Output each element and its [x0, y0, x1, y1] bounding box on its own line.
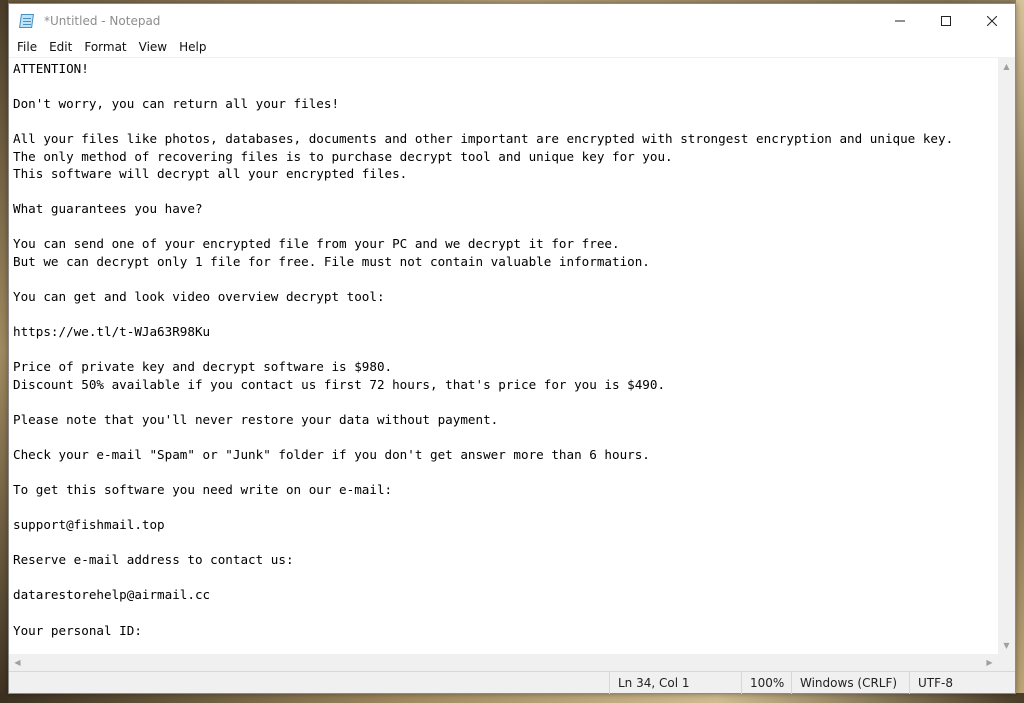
- close-icon: [987, 15, 997, 26]
- menu-bar: File Edit Format View Help: [9, 37, 1015, 57]
- text-line: All your files like photos, databases, d…: [13, 131, 954, 147]
- text-line: Discount 50% available if you contact us…: [13, 376, 666, 392]
- editor-area: ATTENTION! Don't worry, you can return al…: [9, 57, 1015, 654]
- text-line: [13, 604, 994, 622]
- text-line: [13, 569, 994, 587]
- desktop-background-left: [0, 0, 8, 703]
- chevron-right-icon[interactable]: ▶: [981, 654, 998, 671]
- text-line: [13, 341, 994, 359]
- desktop-background-right: [1016, 0, 1024, 703]
- desktop-background-bottom: [0, 693, 1024, 703]
- horizontal-scrollbar[interactable]: ◀ ▶: [9, 654, 1015, 671]
- text-line: [13, 183, 994, 201]
- horizontal-scroll-track[interactable]: [26, 654, 981, 671]
- scrollbar-corner: [998, 654, 1015, 671]
- text-line: The only method of recovering files is t…: [13, 148, 673, 164]
- menu-format[interactable]: Format: [78, 37, 132, 57]
- text-line: [13, 464, 994, 482]
- maximize-button[interactable]: [923, 4, 969, 37]
- text-line: You can send one of your encrypted file …: [13, 236, 620, 252]
- text-line: [13, 499, 994, 517]
- text-line: datarestorehelp@airmail.cc: [13, 587, 211, 603]
- text-line: What guarantees you have?: [13, 201, 203, 217]
- menu-help[interactable]: Help: [173, 37, 212, 57]
- menu-edit[interactable]: Edit: [43, 37, 78, 57]
- text-line: This software will decrypt all your encr…: [13, 166, 408, 182]
- minimize-icon: [895, 20, 905, 21]
- text-line: Don't worry, you can return all your fil…: [13, 96, 340, 112]
- text-line: [13, 218, 994, 236]
- menu-view[interactable]: View: [133, 37, 173, 57]
- minimize-button[interactable]: [877, 4, 923, 37]
- vertical-scroll-track[interactable]: [998, 75, 1015, 637]
- text-line: support@fishmail.top: [13, 517, 165, 533]
- text-line: Your personal ID:: [13, 622, 142, 638]
- text-line: ATTENTION!: [13, 61, 89, 76]
- chevron-up-icon[interactable]: ▲: [998, 58, 1015, 75]
- text-line: Please note that you'll never restore yo…: [13, 411, 499, 427]
- text-line: [13, 534, 994, 552]
- status-bar: Ln 34, Col 1 100% Windows (CRLF) UTF-8: [9, 671, 1015, 694]
- text-line: [13, 393, 994, 411]
- text-line: [13, 271, 994, 289]
- notepad-icon[interactable]: [19, 13, 35, 29]
- text-line: https://we.tl/t-WJa63R98Ku: [13, 324, 211, 340]
- text-line: To get this software you need write on o…: [13, 482, 393, 498]
- text-line: But we can decrypt only 1 file for free.…: [13, 254, 650, 270]
- line-ending: Windows (CRLF): [791, 671, 909, 694]
- encoding: UTF-8: [909, 671, 1015, 694]
- text-line: [13, 428, 994, 446]
- vertical-scrollbar[interactable]: ▲ ▼: [998, 58, 1015, 654]
- text-line: Price of private key and decrypt softwar…: [13, 359, 393, 375]
- menu-file[interactable]: File: [11, 37, 43, 57]
- notepad-window: *Untitled - Notepad File Edit Format Vie…: [8, 3, 1016, 694]
- text-line: [13, 78, 994, 96]
- chevron-left-icon[interactable]: ◀: [9, 654, 26, 671]
- text-line: [13, 113, 994, 131]
- text-line: You can get and look video overview decr…: [13, 289, 385, 305]
- maximize-icon: [941, 15, 951, 26]
- text-line: [13, 306, 994, 324]
- cursor-position: Ln 34, Col 1: [609, 671, 741, 694]
- chevron-down-icon[interactable]: ▼: [998, 637, 1015, 654]
- text-editor[interactable]: ATTENTION! Don't worry, you can return al…: [9, 58, 998, 654]
- window-title: *Untitled - Notepad: [44, 13, 161, 28]
- close-button[interactable]: [969, 4, 1015, 37]
- text-line: Check your e-mail "Spam" or "Junk" folde…: [13, 447, 650, 463]
- title-bar[interactable]: *Untitled - Notepad: [9, 4, 1015, 37]
- text-line: Reserve e-mail address to contact us:: [13, 552, 294, 568]
- zoom-level: 100%: [741, 671, 791, 694]
